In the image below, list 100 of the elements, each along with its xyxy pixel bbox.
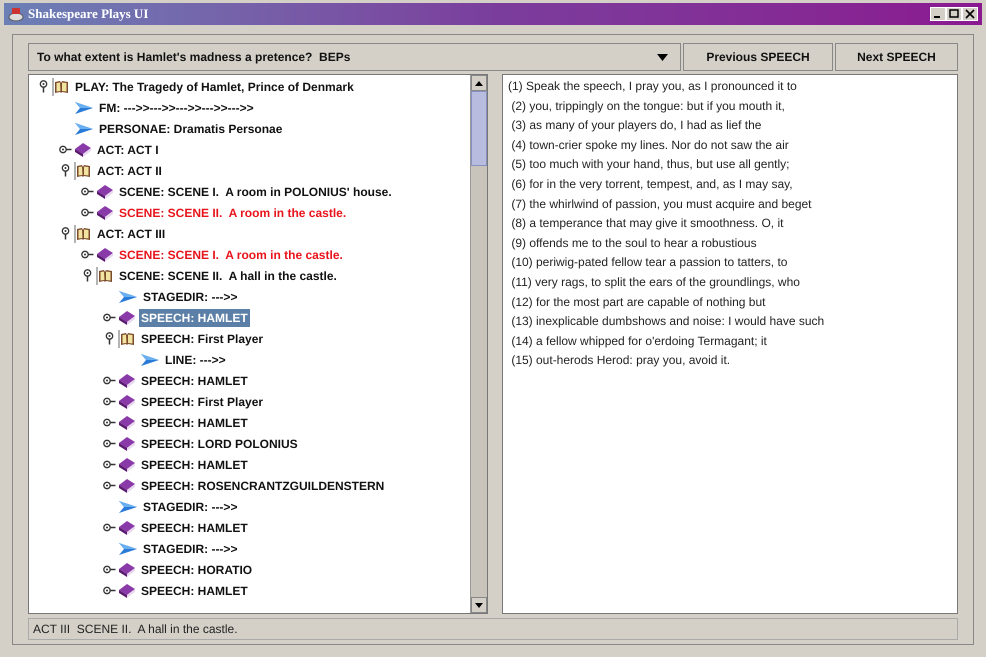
- scroll-down-button[interactable]: [471, 597, 487, 613]
- collapsed-handle-icon[interactable]: [103, 586, 116, 595]
- collapsed-handle-icon[interactable]: [103, 313, 116, 322]
- tree-item[interactable]: PERSONAE: Dramatis Personae: [97, 120, 284, 138]
- tree-item[interactable]: SPEECH: First Player: [139, 330, 266, 348]
- speech-line: (5) too much with your hand, thus, but use all gently;: [510, 156, 790, 174]
- tree-item[interactable]: SCENE: SCENE II. A hall in the castle.: [117, 266, 339, 284]
- collapsed-handle-icon[interactable]: [103, 397, 116, 406]
- collapsed-handle-icon[interactable]: [103, 523, 116, 532]
- collapsed-handle-icon[interactable]: [103, 439, 116, 448]
- speech-line: (15) out-herods Herod: pray you, avoid it.: [510, 352, 732, 370]
- speech-line: (1) Speak the speech, I pray you, as I pronounced it to: [508, 78, 798, 95]
- closed-book-icon: [118, 436, 136, 452]
- chevron-arrow-icon: [118, 500, 138, 514]
- tree-item[interactable]: ACT: ACT III: [95, 224, 168, 242]
- closed-book-icon: [96, 184, 114, 200]
- collapsed-handle-icon[interactable]: [103, 376, 116, 385]
- up-arrow-icon: [475, 80, 483, 86]
- speech-line: (4) town-crier spoke my lines. Nor do not saw the air: [510, 136, 790, 154]
- open-book-icon: [74, 224, 92, 242]
- speech-line: (8) a temperance that may give it smoothness. O, it: [510, 215, 784, 232]
- chevron-arrow-icon: [140, 352, 160, 366]
- tree-item[interactable]: LINE: --->>: [163, 350, 228, 368]
- closed-book-icon: [118, 520, 136, 536]
- speech-line: (13) inexplicable dumbshows and noise: I would have such: [510, 313, 826, 330]
- speech-line: (6) for in the very torrent, tempest, and, as I may say,: [510, 176, 794, 193]
- closed-book-icon: [118, 394, 136, 410]
- tree-item[interactable]: FM: --->>--->>--->>--->>--->>: [97, 98, 256, 116]
- tree-item[interactable]: SPEECH: HAMLET: [139, 456, 250, 474]
- speech-line: (3) as many of your players do, I had as lief the: [510, 117, 762, 134]
- tree-item[interactable]: SPEECH: HAMLET: [139, 308, 250, 326]
- collapsed-handle-icon[interactable]: [103, 418, 116, 427]
- dropdown-caret-icon: [657, 54, 668, 60]
- collapsed-handle-icon[interactable]: [103, 460, 116, 469]
- status-bar: ACT III SCENE II. A hall in the castle.: [28, 618, 958, 640]
- previous-button[interactable]: Previous SPEECH: [683, 43, 833, 71]
- tree-item[interactable]: SCENE: SCENE I. A room in POLONIUS' house.: [117, 182, 394, 200]
- tree-item[interactable]: SCENE: SCENE II. A room in the castle.: [117, 204, 348, 222]
- tree-item[interactable]: PLAY: The Tragedy of Hamlet, Prince of Denmark: [73, 78, 356, 96]
- tree-item[interactable]: SPEECH: LORD POLONIUS: [139, 434, 300, 452]
- collapsed-handle-icon[interactable]: [103, 481, 116, 490]
- tree-item[interactable]: SCENE: SCENE I. A room in the castle.: [117, 246, 345, 264]
- next-button[interactable]: Next SPEECH: [835, 43, 958, 71]
- scrollbar[interactable]: [470, 75, 487, 613]
- chevron-arrow-icon: [118, 542, 138, 556]
- closed-book-icon: [118, 562, 136, 578]
- collapsed-handle-icon[interactable]: [103, 565, 116, 574]
- closed-book-icon: [118, 414, 136, 430]
- open-book-icon: [52, 78, 70, 96]
- collapsed-handle-icon[interactable]: [81, 250, 94, 259]
- speech-line: (2) you, trippingly on the tongue: but if you mouth it,: [510, 98, 786, 115]
- maximize-icon[interactable]: [946, 7, 962, 21]
- chevron-arrow-icon: [118, 290, 138, 304]
- scroll-thumb[interactable]: [471, 91, 487, 166]
- tree-item[interactable]: STAGEDIR: --->>: [141, 498, 240, 516]
- closed-book-icon: [74, 142, 92, 158]
- expanded-handle-icon[interactable]: [61, 227, 70, 240]
- closed-book-icon: [118, 582, 136, 598]
- tree-item[interactable]: STAGEDIR: --->>: [141, 540, 240, 558]
- closed-book-icon: [118, 478, 136, 494]
- closed-book-icon: [118, 456, 136, 472]
- scroll-up-button[interactable]: [471, 75, 487, 91]
- speech-line: (10) periwig-pated fellow tear a passion to tatters, to: [510, 254, 788, 272]
- tree-item[interactable]: SPEECH: HAMLET: [139, 414, 250, 432]
- speech-line: (9) offends me to the soul to hear a robustious: [510, 234, 758, 252]
- tree-item[interactable]: ACT: ACT II: [95, 162, 164, 180]
- down-arrow-icon: [475, 602, 483, 608]
- question-dropdown[interactable]: To what extent is Hamlet's madness a pretence? BEPs: [28, 43, 681, 71]
- close-icon[interactable]: [962, 7, 978, 21]
- closed-book-icon: [118, 310, 136, 326]
- expanded-handle-icon[interactable]: [39, 80, 48, 93]
- minimize-icon[interactable]: [930, 7, 946, 21]
- tree-item[interactable]: SPEECH: HAMLET: [139, 372, 250, 390]
- tree-item[interactable]: ACT: ACT I: [95, 140, 161, 158]
- collapsed-handle-icon[interactable]: [81, 208, 94, 217]
- speech-line: (7) the whirlwind of passion, you must acquire and beget: [510, 196, 812, 213]
- closed-book-icon: [96, 204, 114, 220]
- chevron-arrow-icon: [74, 100, 94, 114]
- window-title: Shakespeare Plays UI: [28, 5, 148, 24]
- tree-item[interactable]: STAGEDIR: --->>: [141, 288, 240, 306]
- expanded-handle-icon[interactable]: [105, 332, 114, 345]
- tree-item[interactable]: SPEECH: HAMLET: [139, 518, 250, 536]
- collapsed-handle-icon[interactable]: [59, 145, 72, 154]
- app-icon: [8, 6, 24, 22]
- tree-item[interactable]: SPEECH: HAMLET: [139, 582, 250, 600]
- collapsed-handle-icon[interactable]: [81, 187, 94, 196]
- tree-item[interactable]: SPEECH: ROSENCRANTZGUILDENSTERN: [139, 476, 386, 494]
- open-book-icon: [74, 162, 92, 180]
- closed-book-icon: [118, 372, 136, 388]
- speech-line: (14) a fellow whipped for o'erdoing Termagant; it: [510, 332, 768, 350]
- tree-item[interactable]: SPEECH: HORATIO: [139, 560, 254, 578]
- speech-line: (12) for the most part are capable of nothing but: [510, 294, 766, 311]
- chevron-arrow-icon: [74, 122, 94, 136]
- speech-line: (11) very rags, to split the ears of the groundlings, who: [510, 274, 801, 291]
- open-book-icon: [96, 266, 114, 284]
- expanded-handle-icon[interactable]: [83, 269, 92, 282]
- expanded-handle-icon[interactable]: [61, 164, 70, 177]
- closed-book-icon: [96, 246, 114, 262]
- open-book-icon: [118, 330, 136, 348]
- tree-item[interactable]: SPEECH: First Player: [139, 392, 266, 410]
